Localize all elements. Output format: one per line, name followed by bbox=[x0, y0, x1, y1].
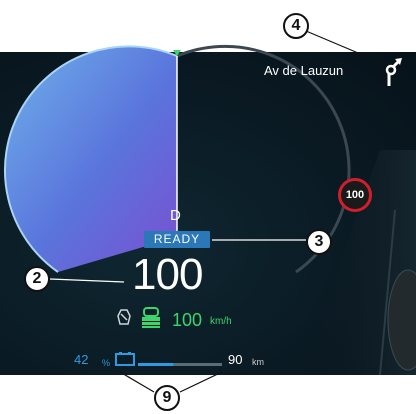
callout-4: 4 bbox=[283, 13, 309, 39]
range-unit: km bbox=[252, 357, 264, 367]
roundabout-turn-icon bbox=[385, 58, 402, 86]
callout-9: 9 bbox=[154, 385, 180, 411]
callout-9-line-right bbox=[179, 371, 223, 393]
battery-level-bar bbox=[138, 363, 222, 366]
speed-limiter-icon bbox=[117, 309, 131, 325]
ready-status-badge: READY bbox=[144, 231, 210, 248]
speed-limit-sign: 100 bbox=[338, 178, 372, 212]
range-value: 90 bbox=[228, 352, 243, 367]
callout-2: 2 bbox=[24, 266, 50, 292]
callout-4-line bbox=[305, 30, 371, 59]
current-speed: 100 bbox=[132, 250, 203, 299]
battery-percent: 42 bbox=[74, 352, 89, 367]
battery-icon bbox=[115, 352, 135, 366]
nav-street-name: Av de Lauzun bbox=[264, 63, 344, 78]
cruise-speed-unit: km/h bbox=[210, 316, 232, 327]
callout-2-line bbox=[49, 278, 125, 283]
callout-3: 3 bbox=[306, 229, 332, 255]
gear-indicator: D bbox=[170, 207, 181, 224]
callout-9-line-left bbox=[119, 371, 155, 393]
battery-percent-unit: % bbox=[102, 358, 111, 368]
cruise-control-icon bbox=[142, 307, 160, 328]
cruise-speed-value: 100 bbox=[172, 310, 203, 330]
